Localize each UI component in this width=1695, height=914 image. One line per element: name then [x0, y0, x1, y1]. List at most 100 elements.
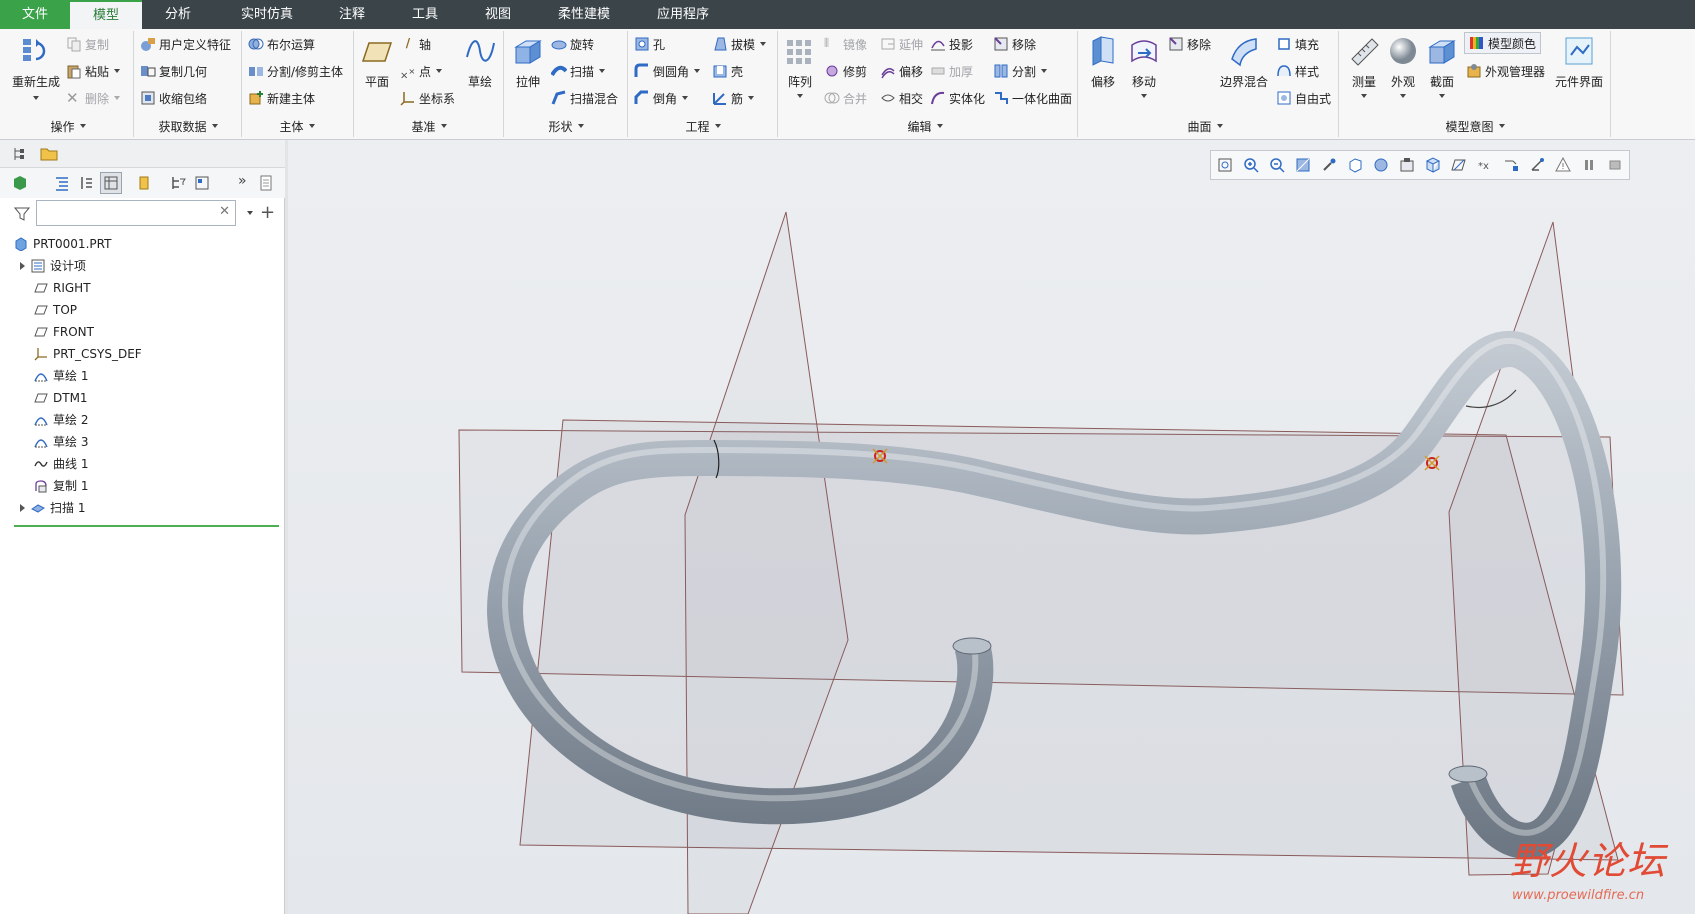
surface-remove-button[interactable]: 移除 [1168, 33, 1211, 55]
chamfer-button[interactable]: 倒角 [634, 87, 689, 109]
solidify-button[interactable]: 实体化 [930, 87, 985, 109]
annotation-display-icon[interactable]: *x [1477, 157, 1493, 173]
add-filter-icon[interactable]: + [260, 202, 275, 223]
tree-item-sketch-3[interactable]: 草绘 3 [34, 431, 88, 452]
datum-point-marker-2[interactable] [1424, 455, 1440, 471]
appearance-manager-button[interactable]: 外观管理器 [1466, 60, 1545, 82]
tree-filter-icon[interactable] [170, 175, 186, 191]
tab-view[interactable]: 视图 [468, 0, 528, 29]
appearance-button[interactable]: 外观 [1386, 35, 1420, 98]
shell-button[interactable]: 壳 [712, 60, 743, 82]
expand-arrow-icon[interactable] [20, 261, 25, 270]
view-manager-icon[interactable] [1399, 157, 1415, 173]
udf-button[interactable]: 用户定义特征 [140, 33, 231, 55]
rib-button[interactable]: 筋 [712, 87, 755, 109]
tree-item-front[interactable]: FRONT [34, 321, 94, 342]
fill-button[interactable]: 填充 [1276, 33, 1319, 55]
tree-item-sketch-1[interactable]: 草绘 1 [34, 365, 88, 386]
zoom-out-icon[interactable] [1269, 157, 1285, 173]
folder-browser-tab-icon[interactable] [40, 146, 58, 162]
tree-item-right[interactable]: RIGHT [34, 277, 91, 298]
tube-end-left[interactable] [952, 637, 992, 655]
tree-list-icon[interactable] [54, 175, 70, 191]
measure-button[interactable]: 测量 [1346, 35, 1382, 98]
csys-display-icon[interactable] [1529, 157, 1545, 173]
tree-search-input[interactable] [37, 201, 212, 225]
style-button[interactable]: 样式 [1276, 60, 1319, 82]
group-datum[interactable]: 基准 [356, 117, 502, 135]
remove-edit-button[interactable]: 移除 [993, 33, 1036, 55]
group-shapes[interactable]: 形状 [506, 117, 626, 135]
sweep-button[interactable]: 扫描 [551, 60, 606, 82]
tree-item-design-items[interactable]: 设计项 [20, 255, 86, 276]
tree-item-curve-1[interactable]: 曲线 1 [34, 453, 88, 474]
filter-icon[interactable] [14, 206, 30, 222]
group-model-intent[interactable]: 模型意图 [1344, 117, 1606, 135]
unify-surfaces-button[interactable]: 一体化曲面 [993, 87, 1072, 109]
shrinkwrap-button[interactable]: 收缩包络 [140, 87, 207, 109]
warning-icon[interactable] [1555, 157, 1571, 173]
pause-icon[interactable] [1581, 157, 1597, 173]
show-icon[interactable] [12, 175, 28, 191]
group-surfaces[interactable]: 曲面 [1080, 117, 1330, 135]
paste-button[interactable]: 粘贴 [66, 60, 121, 82]
search-dropdown-icon[interactable] [247, 211, 253, 215]
repaint-icon[interactable] [1295, 157, 1311, 173]
group-get-data[interactable]: 获取数据 [136, 117, 240, 135]
tree-item-top[interactable]: TOP [34, 299, 77, 320]
tree-item-sweep-1[interactable]: 扫描 1 [20, 497, 85, 518]
insert-indicator[interactable] [14, 525, 279, 527]
tab-realtime-sim[interactable]: 实时仿真 [228, 0, 306, 29]
tab-applications[interactable]: 应用程序 [638, 0, 728, 29]
move-button[interactable]: 移动 [1126, 35, 1162, 98]
datum-point-button[interactable]: ×× 点 [400, 60, 443, 82]
freestyle-button[interactable]: 自由式 [1276, 87, 1331, 109]
hole-button[interactable]: 孔 [634, 33, 665, 55]
tab-annotate[interactable]: 注释 [322, 0, 382, 29]
display-style-icon[interactable] [1347, 157, 1363, 173]
component-interface-button[interactable]: 元件界面 [1554, 35, 1604, 90]
datum-axis-button[interactable]: / 轴 [400, 33, 431, 55]
spin-center-icon[interactable] [1321, 157, 1337, 173]
boundary-blend-button[interactable]: 边界混合 [1216, 35, 1272, 90]
tree-item-copy-1[interactable]: 复制 1 [34, 475, 88, 496]
expand-arrow-icon[interactable] [20, 503, 25, 512]
tree-root[interactable]: PRT0001.PRT [14, 233, 111, 254]
tab-flexible-modeling[interactable]: 柔性建模 [548, 0, 620, 29]
delete-button[interactable]: ✕ 删除 [66, 87, 121, 109]
mirror-button[interactable]: ⫴ 镜像 [824, 33, 867, 55]
group-editing[interactable]: 编辑 [780, 117, 1070, 135]
split-trim-body-button[interactable]: 分割/修剪主体 [248, 60, 343, 82]
group-body[interactable]: 主体 [244, 117, 350, 135]
draft-button[interactable]: 拔模 [712, 33, 767, 55]
zoom-in-icon[interactable] [1243, 157, 1259, 173]
sketch-button[interactable]: 草绘 [462, 35, 498, 90]
model-tree-tab-icon[interactable] [12, 146, 28, 162]
tree-expand-icon[interactable] [78, 175, 94, 191]
swept-blend-button[interactable]: 扫描混合 [551, 87, 618, 109]
thicken-button[interactable]: 加厚 [930, 60, 973, 82]
graphics-viewport[interactable] [288, 140, 1695, 914]
project-button[interactable]: 投影 [930, 33, 973, 55]
section-button[interactable]: 截面 [1424, 35, 1460, 98]
pattern-button[interactable]: 阵列 [783, 35, 817, 98]
regenerate-button[interactable]: 重新生成 [8, 35, 64, 100]
datum-plane-button[interactable]: 平面 [360, 35, 394, 90]
highlight-icon[interactable] [136, 175, 152, 191]
tab-file[interactable]: 文件 [0, 0, 70, 29]
extrude-button[interactable]: 拉伸 [510, 35, 546, 90]
intersect-button[interactable]: 相交 [880, 87, 923, 109]
tab-tools[interactable]: 工具 [395, 0, 455, 29]
stop-icon[interactable] [1607, 157, 1623, 173]
split-edit-button[interactable]: 分割 [993, 60, 1048, 82]
datum-display-filter-icon[interactable] [1451, 157, 1467, 173]
merge-button[interactable]: 合并 [824, 87, 867, 109]
extend-button[interactable]: 延伸 [880, 33, 923, 55]
boolean-button[interactable]: 布尔运算 [248, 33, 315, 55]
model-color-button[interactable]: 模型颜色 [1464, 32, 1542, 54]
datum-point-marker-1[interactable] [872, 448, 888, 464]
tree-item-sketch-2[interactable]: 草绘 2 [34, 409, 88, 430]
csys-button[interactable]: 坐标系 [400, 87, 455, 109]
tube-end-right[interactable] [1448, 765, 1488, 783]
new-body-button[interactable]: 新建主体 [248, 87, 315, 109]
